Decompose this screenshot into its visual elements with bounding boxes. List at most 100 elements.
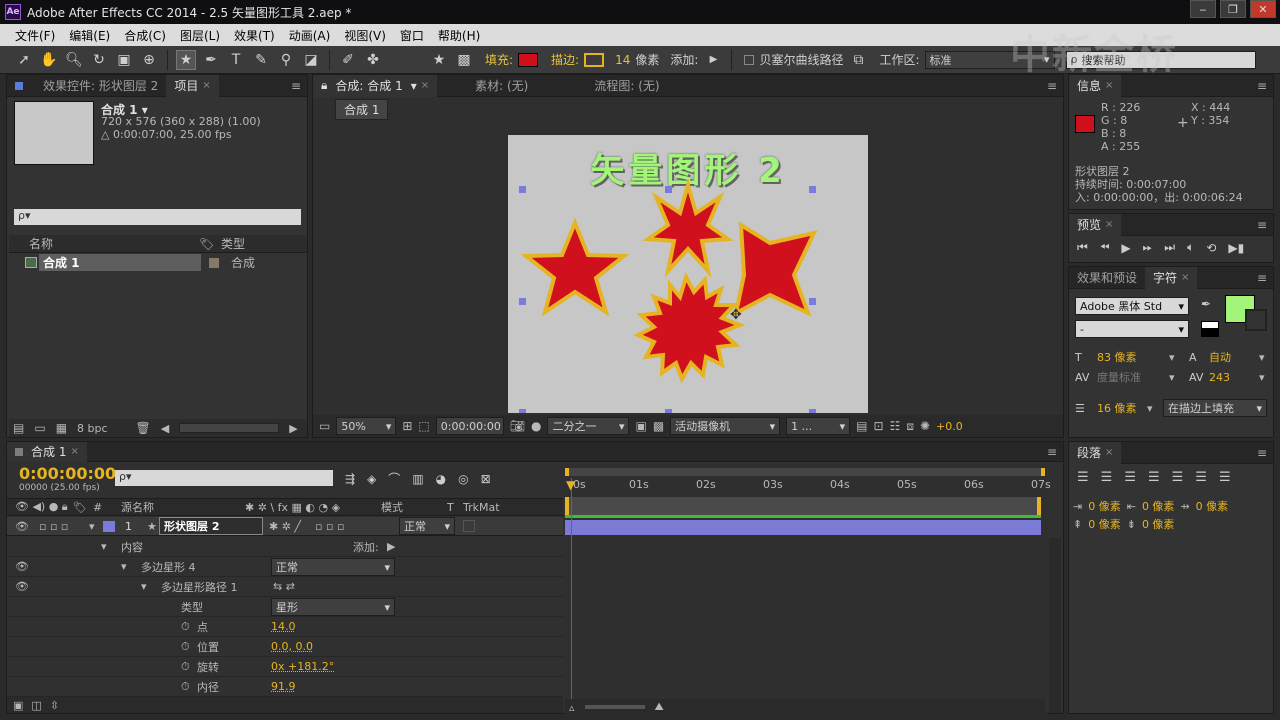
maximize-button[interactable]: ❐ (1220, 0, 1246, 18)
stopwatch-icon[interactable]: ⏱︎ (181, 640, 190, 654)
close-button[interactable]: ✕ (1250, 0, 1276, 18)
kerning-value[interactable]: 度量标准 (1097, 369, 1169, 385)
property-row-inner-radius[interactable]: ⏱︎ 内径 91.9 (7, 677, 563, 697)
lock-icon[interactable]: 🔒︎ (321, 78, 327, 93)
layer-mode-dropdown[interactable]: 正常 ▾ (399, 517, 455, 535)
puppet-tool-icon[interactable]: ✤ (363, 50, 383, 70)
av-switch-boxes[interactable]: ▫ ▫ ▫ (39, 520, 89, 533)
tab-preview[interactable]: 预览 × (1069, 213, 1122, 236)
brainstorm-icon[interactable]: ⊠ (481, 472, 491, 486)
camera-tool-icon[interactable]: ▣ (114, 50, 134, 70)
comp-mini-flowchart-icon[interactable]: ⇶ (345, 472, 355, 486)
col-trkmat[interactable]: TrkMat (463, 501, 500, 514)
resolution-dropdown[interactable]: 二分之一 ▾ (547, 417, 630, 435)
stroke-color-swatch[interactable] (584, 52, 605, 67)
chevron-down-icon[interactable]: ▾ (141, 580, 147, 593)
bezier-checkbox[interactable] (744, 54, 755, 65)
snapshot-icon[interactable]: 📷︎ (510, 419, 525, 433)
tab-flowchart[interactable]: 流程图: (无) (586, 75, 667, 97)
black-swatch[interactable] (1201, 329, 1219, 337)
justify-all-icon[interactable]: ☰ (1219, 470, 1231, 485)
type-tool-icon[interactable]: T (226, 50, 246, 70)
tracking-value[interactable]: 243 (1209, 371, 1259, 384)
chevron-down-icon[interactable]: ▾ (1259, 351, 1265, 364)
zoom-in-icon[interactable]: ⛰︎ (655, 700, 664, 714)
stroke-width-value[interactable]: 14 (615, 53, 630, 67)
exposure-icon[interactable]: ✺ (920, 419, 930, 433)
visibility-eye-icon[interactable]: 👁︎ (15, 580, 29, 593)
col-type-header[interactable]: 类型 (221, 235, 245, 252)
property-row-polystar[interactable]: 👁︎ ▾ 多边星形 4 正常 ▾ (7, 557, 563, 577)
trash-icon[interactable]: 🗑︎ (136, 421, 151, 435)
panel-menu-icon[interactable]: ≡ (1257, 218, 1267, 232)
time-ruler[interactable]: 0s 01s 02s 03s 04s 05s 06s 07s (565, 478, 1051, 496)
add-arrow-icon[interactable]: ▶ (387, 540, 395, 553)
snap-icon[interactable]: ⧉ (848, 50, 868, 70)
horizontal-scrollbar[interactable] (179, 423, 280, 433)
space-before-value[interactable]: 0 像素 (1088, 516, 1121, 532)
transparency-grid-icon[interactable]: ▩ (653, 419, 664, 433)
always-preview-icon[interactable]: ▭ (319, 419, 330, 433)
next-frame-icon[interactable]: ⏩︎ (1143, 240, 1153, 255)
star-shape-icon[interactable]: ★ (429, 50, 449, 70)
chevron-down-icon[interactable]: ▾ (1169, 351, 1189, 364)
property-row-position[interactable]: ⏱︎ 位置 0.0, 0.0 (7, 637, 563, 657)
add-arrow-icon[interactable]: ▶ (703, 50, 723, 70)
layer-switches[interactable]: ✱ ✲ ╱ ▫ ▫ ▫ (263, 520, 399, 533)
stroke-label[interactable]: 描边: (551, 51, 579, 68)
menu-layer[interactable]: 图层(L) (173, 27, 227, 44)
tab-composition[interactable]: 🔒︎ 合成: 合成 1 ▾ × (313, 74, 438, 97)
stopwatch-icon[interactable]: ⏱︎ (181, 620, 190, 634)
playhead-line[interactable] (571, 478, 572, 713)
justify-left-icon[interactable]: ☰ (1148, 470, 1160, 485)
property-value[interactable]: 91.9 (271, 680, 296, 693)
indent-first-value[interactable]: 0 像素 (1196, 498, 1229, 514)
white-swatch[interactable] (1201, 321, 1219, 329)
toggle-modes-icon[interactable]: ◫ (31, 699, 41, 712)
timeline-graph-area[interactable]: 0s 01s 02s 03s 04s 05s 06s 07s ▼ ▵ ⛰︎ (565, 464, 1061, 715)
chevron-down-icon[interactable]: ▾ (1147, 402, 1163, 415)
polystar-type-dropdown[interactable]: 星形 ▾ (271, 598, 395, 616)
tab-paragraph[interactable]: 段落 × (1069, 441, 1122, 464)
path-direction-icon[interactable]: ⇆ ⇄ (273, 580, 295, 593)
property-row-contents[interactable]: ▾ 内容 添加: ▶ (7, 537, 563, 557)
chevron-down-icon[interactable]: ▾ (411, 79, 417, 93)
tab-effects-presets[interactable]: 效果和预设 (1069, 267, 1145, 289)
menu-file[interactable]: 文件(F) (8, 27, 62, 44)
panel-menu-icon[interactable]: ≡ (1257, 271, 1267, 285)
audio-icon[interactable]: 🔈︎ (1187, 240, 1194, 255)
toggle-in-out-icon[interactable]: ⇳ (50, 699, 59, 712)
mask-icon[interactable]: ▩ (454, 50, 474, 70)
magnification-dropdown[interactable]: 50% ▾ (336, 417, 397, 435)
panel-menu-icon[interactable]: ≡ (1257, 79, 1267, 93)
font-family-dropdown[interactable]: Adobe 黑体 Std ▾ (1075, 297, 1189, 315)
align-left-icon[interactable]: ☰ (1077, 470, 1089, 485)
pan-behind-tool-icon[interactable]: ⊕ (139, 50, 159, 70)
graph-editor-icon[interactable]: ◎ (458, 472, 468, 486)
panel-menu-icon[interactable]: ≡ (291, 79, 301, 93)
previous-frame-icon[interactable]: ⏪︎ (1100, 240, 1110, 255)
hand-tool-icon[interactable]: ✋ (39, 50, 59, 70)
menu-edit[interactable]: 编辑(E) (62, 27, 117, 44)
views-dropdown[interactable]: 1 ... ▾ (786, 417, 851, 435)
zoom-slider[interactable] (584, 705, 645, 709)
menu-window[interactable]: 窗口 (393, 27, 431, 44)
roi-icon[interactable]: ▣ (635, 419, 646, 433)
property-row-type[interactable]: 类型 星形 ▾ (7, 597, 563, 617)
work-area-range[interactable] (565, 497, 1041, 515)
layer-label-color[interactable] (103, 520, 115, 532)
title-safe-icon[interactable]: ⊞ (402, 419, 412, 433)
label-color-swatch[interactable] (209, 257, 219, 268)
col-source-name[interactable]: 源名称 (121, 499, 245, 515)
toggle-switches-icon[interactable]: ▣ (13, 699, 23, 712)
close-icon[interactable]: × (202, 80, 210, 91)
tab-effect-controls[interactable]: 效果控件: 形状图层 2 (7, 75, 166, 97)
project-search-input[interactable]: ρ▾ (14, 209, 301, 225)
layer-name[interactable]: 形状图层 2 (159, 517, 263, 535)
chevron-down-icon[interactable]: ▾ (89, 520, 103, 533)
frame-blending-icon[interactable]: ▥ (412, 472, 423, 486)
mask-visibility-icon[interactable]: ⬚ (418, 419, 429, 433)
track-matte-box[interactable] (463, 520, 475, 532)
col-mode[interactable]: 模式 (381, 499, 447, 515)
zoom-out-icon[interactable]: ▵ (569, 701, 575, 714)
